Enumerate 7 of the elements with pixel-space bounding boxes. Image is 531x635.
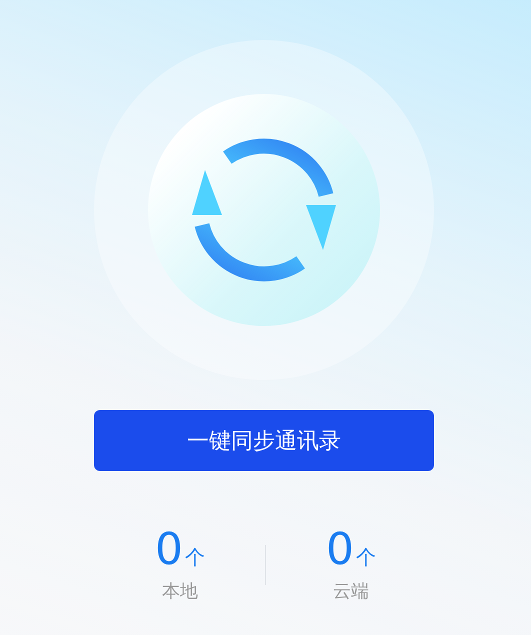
count-value: 0 — [326, 527, 354, 573]
sync-contacts-button[interactable]: 一键同步通讯录 — [94, 410, 434, 471]
count-label: 云端 — [333, 580, 369, 603]
count-label: 本地 — [162, 580, 198, 603]
count-unit: 个 — [356, 544, 376, 571]
count-value: 0 — [155, 527, 183, 573]
count-unit: 个 — [185, 544, 205, 571]
